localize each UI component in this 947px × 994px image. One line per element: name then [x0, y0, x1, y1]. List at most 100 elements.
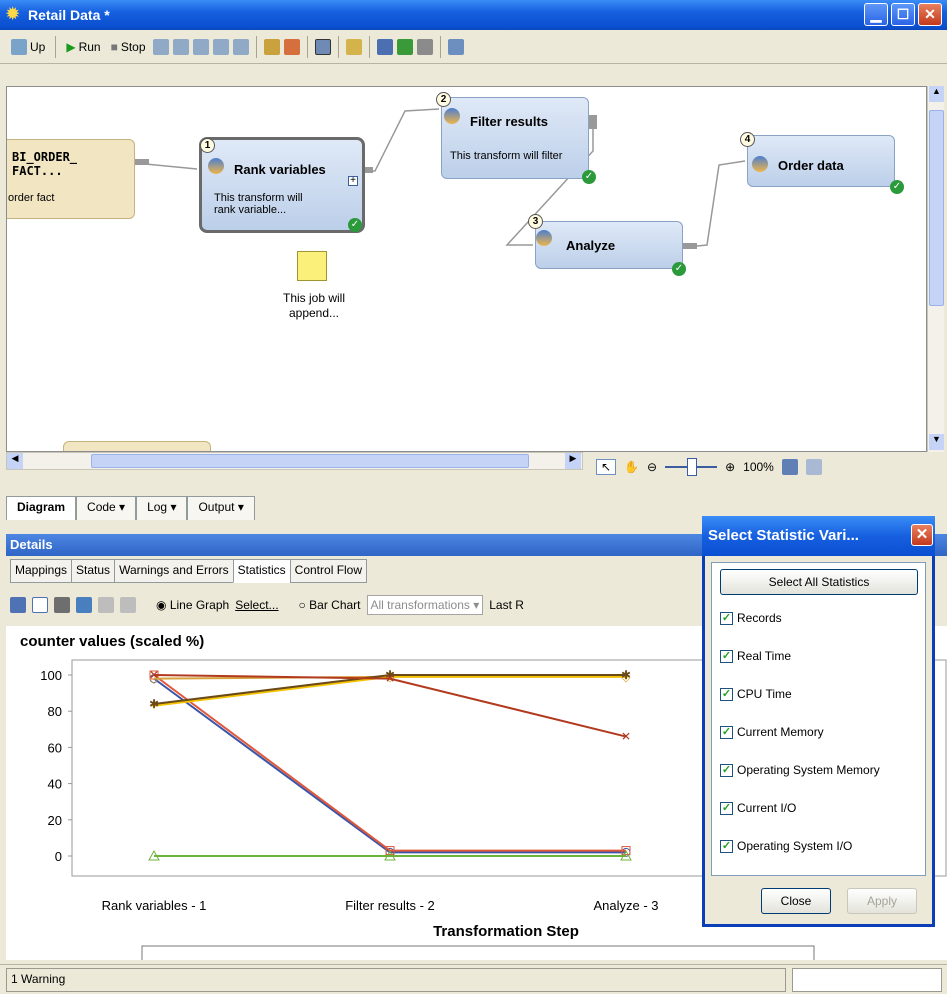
- apply-button: Apply: [847, 888, 917, 914]
- select-all-button[interactable]: Select All Statistics: [720, 569, 918, 595]
- horizontal-scroll-thumb[interactable]: [91, 454, 529, 468]
- minimize-button[interactable]: ▁: [864, 3, 888, 26]
- line-graph-radio[interactable]: ◉ Line Graph: [156, 598, 229, 612]
- refresh-disabled-icon: [120, 597, 136, 613]
- note-icon[interactable]: [297, 251, 327, 281]
- tab-statistics[interactable]: Statistics: [232, 559, 291, 583]
- bar-chart-radio[interactable]: ○ Bar Chart: [299, 598, 361, 612]
- transform-icon: [208, 158, 224, 174]
- export-icon[interactable]: [76, 597, 92, 613]
- node-filter-results[interactable]: 2 Filter results This transform will fil…: [436, 92, 596, 184]
- dialog-close-icon[interactable]: ✕: [911, 524, 933, 546]
- diagram-canvas[interactable]: BI_ORDER_ FACT... order fact 1 Rank vari…: [6, 86, 927, 452]
- tab-output-label: Output: [198, 500, 235, 514]
- table-view-icon[interactable]: [10, 597, 26, 613]
- print-icon[interactable]: [54, 597, 70, 613]
- tab-log[interactable]: Log ▾: [136, 496, 188, 520]
- graph-view-icon[interactable]: [32, 597, 48, 613]
- node-desc-1: This transform will: [214, 192, 303, 204]
- option-records[interactable]: ✓ Records: [720, 611, 782, 625]
- node-number-badge: 2: [436, 92, 451, 107]
- option-current-memory[interactable]: ✓ Current Memory: [720, 725, 824, 739]
- y-tick-label: 60: [48, 740, 62, 755]
- editor-tabs: Diagram Code ▾ Log ▾ Output ▾: [6, 496, 255, 520]
- select-link[interactable]: Select...: [235, 598, 278, 612]
- source-table-node[interactable]: BI_ORDER_ FACT... order fact: [7, 139, 135, 219]
- close-window-button[interactable]: ✕: [918, 3, 942, 26]
- expand-icon[interactable]: +: [348, 176, 358, 186]
- transform-icon: [536, 230, 552, 246]
- properties-icon[interactable]: [263, 38, 280, 55]
- success-check-icon: ✓: [582, 170, 596, 184]
- list-icon[interactable]: [396, 38, 413, 55]
- columns-icon[interactable]: [376, 38, 393, 55]
- transformation-select[interactable]: All transformations ▾: [366, 595, 484, 615]
- step-into-icon[interactable]: [212, 38, 229, 55]
- fit-icon[interactable]: [781, 459, 798, 475]
- checkbox-icon[interactable]: ✓: [720, 649, 733, 663]
- tab-status[interactable]: Status: [71, 559, 116, 583]
- analysis-icon[interactable]: [283, 38, 300, 55]
- node-rank-variables[interactable]: 1 Rank variables This transform will ran…: [199, 137, 365, 233]
- checkbox-icon[interactable]: ✓: [720, 725, 733, 739]
- option-label: Current I/O: [737, 801, 797, 815]
- zoom-slider[interactable]: [665, 458, 718, 476]
- dialog-title: Select Statistic Vari... ✕: [702, 516, 935, 556]
- node-analyze[interactable]: 3 Analyze ✓: [528, 214, 686, 276]
- maximize-button[interactable]: ☐: [891, 3, 915, 26]
- option-current-io[interactable]: ✓ Current I/O: [720, 801, 796, 815]
- checkbox-icon[interactable]: ✓: [720, 611, 733, 625]
- checkbox-icon[interactable]: ✓: [720, 801, 733, 815]
- transformation-select-value: All transformations: [370, 598, 470, 612]
- notes-icon[interactable]: [345, 38, 362, 55]
- x-tick-label: Analyze - 3: [593, 898, 658, 913]
- scroll-right-icon[interactable]: ▶: [565, 453, 581, 469]
- stop-button[interactable]: ■ Stop: [108, 35, 149, 59]
- node-desc-1: This transform will filter: [450, 150, 563, 162]
- job-toolbar: Up ▶ Run ■ Stop: [0, 30, 947, 64]
- diagram-vertical-scrollbar[interactable]: ▲ ▼: [927, 86, 944, 452]
- scroll-up-icon[interactable]: ▲: [929, 86, 944, 102]
- option-os-memory[interactable]: ✓ Operating System Memory: [720, 763, 880, 777]
- tab-log-label: Log: [147, 500, 168, 514]
- step-icon[interactable]: [192, 38, 209, 55]
- node-order-data[interactable]: 4 Order data ✓: [740, 132, 904, 194]
- close-button[interactable]: Close: [761, 888, 831, 914]
- overview-icon[interactable]: [805, 459, 822, 475]
- continue-icon[interactable]: [232, 38, 249, 55]
- tab-output[interactable]: Output ▾: [187, 496, 255, 520]
- y-tick-label: 40: [48, 777, 62, 792]
- partial-node[interactable]: [63, 441, 211, 451]
- success-check-icon: ✓: [890, 180, 904, 194]
- run-button[interactable]: ▶ Run: [63, 35, 103, 59]
- save-icon[interactable]: [314, 38, 331, 55]
- layout-icon[interactable]: [447, 38, 464, 55]
- hand-tool-icon[interactable]: ✋: [624, 460, 639, 474]
- legend-box: [141, 945, 815, 983]
- options-dropdown-icon[interactable]: [416, 38, 433, 55]
- run-from-icon[interactable]: [152, 38, 169, 55]
- zoom-slider-handle[interactable]: [687, 458, 698, 476]
- tab-diagram[interactable]: Diagram: [6, 496, 77, 520]
- legend-label: OS I/O: [310, 959, 350, 960]
- pointer-tool-icon[interactable]: ↖: [596, 459, 617, 475]
- zoom-out-icon[interactable]: ⊖: [647, 460, 657, 474]
- vertical-scroll-thumb[interactable]: [929, 110, 944, 306]
- run-to-icon[interactable]: [172, 38, 189, 55]
- tab-code[interactable]: Code ▾: [76, 496, 137, 520]
- zoom-in-icon[interactable]: ⊕: [725, 460, 735, 474]
- up-button[interactable]: Up: [8, 35, 48, 59]
- option-cpu-time[interactable]: ✓ CPU Time: [720, 687, 792, 701]
- checkbox-icon[interactable]: ✓: [720, 687, 733, 701]
- tab-mappings[interactable]: Mappings: [10, 559, 73, 583]
- checkbox-icon[interactable]: ✓: [720, 763, 733, 777]
- tab-control-flow[interactable]: Control Flow: [289, 559, 368, 583]
- scroll-down-icon[interactable]: ▼: [929, 434, 944, 450]
- diagram-horizontal-scrollbar[interactable]: ◀ ▶: [6, 452, 583, 470]
- option-os-io[interactable]: ✓ Operating System I/O: [720, 839, 852, 853]
- tab-warnings[interactable]: Warnings and Errors: [114, 559, 234, 583]
- checkbox-icon[interactable]: ✓: [720, 839, 733, 853]
- scroll-left-icon[interactable]: ◀: [7, 453, 23, 469]
- option-real-time[interactable]: ✓ Real Time: [720, 649, 791, 663]
- line-graph-label: Line Graph: [169, 598, 230, 612]
